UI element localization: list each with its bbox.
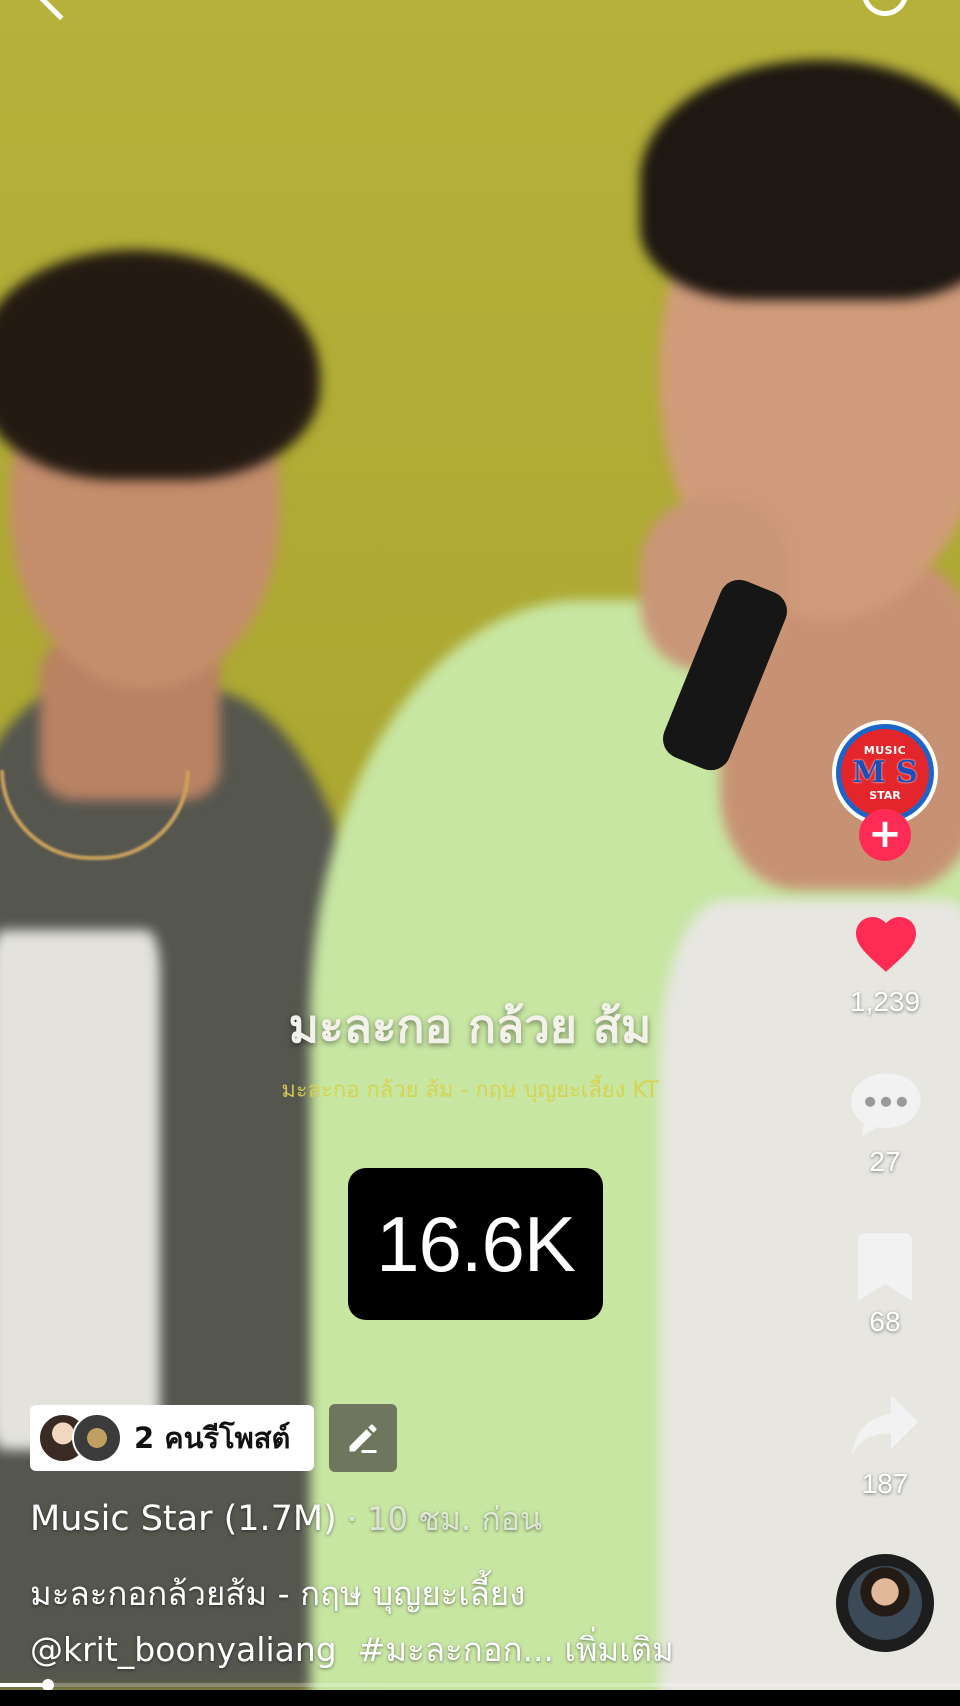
post-time: · 10 ชม. ก่อน [336, 1500, 542, 1538]
caption-tags-line: @krit_boonyaliang #มะละกอก... เพิ่มเติม [30, 1622, 790, 1678]
see-more-link[interactable]: เพิ่มเติม [565, 1630, 674, 1669]
pencil-icon [349, 1424, 377, 1453]
author-name[interactable]: Music Star (1.7M) [30, 1499, 337, 1539]
follow-button[interactable]: + [859, 809, 911, 861]
view-count-badge: 16.6K [348, 1168, 603, 1320]
heart-icon[interactable] [850, 908, 922, 980]
lyric-title: มะละกอ กล้วย ส้ม [288, 999, 652, 1053]
post-author-line[interactable]: Music Star (1.7M) · 10 ชม. ก่อน [30, 1494, 542, 1545]
post-caption[interactable]: มะละกอกล้วยส้ม - กฤษ บุญยะเลี้ยง @krit_b… [30, 1566, 790, 1678]
music-disc[interactable] [836, 1554, 934, 1652]
logo-mid-text: M S [852, 755, 918, 790]
reposter-avatar [72, 1413, 122, 1463]
mention-link[interactable]: @krit_boonyaliang [30, 1630, 337, 1669]
hashtag-link[interactable]: #มะละกอก... [358, 1630, 554, 1669]
comment-icon[interactable] [848, 1070, 924, 1140]
repost-chip[interactable]: 2 คนรีโพสต์ [30, 1405, 314, 1471]
comment-count: 27 [869, 1146, 901, 1177]
share-icon[interactable] [848, 1392, 922, 1458]
lyric-subtitle: มะละกอ กล้วย ส้ม - กฤษ บุญยะเลี้ยง KT [281, 1078, 659, 1103]
right-performer-hair [640, 60, 960, 300]
share-count: 187 [861, 1468, 909, 1499]
edit-button[interactable] [329, 1404, 397, 1472]
caption-line: มะละกอกล้วยส้ม - กฤษ บุญยะเลี้ยง [30, 1574, 526, 1613]
like-count: 1,239 [849, 986, 921, 1017]
video-progress-bar[interactable] [0, 1679, 960, 1691]
logo-bottom-text: STAR [869, 789, 901, 802]
sound-avatar [848, 1566, 922, 1640]
repost-label: 2 คนรีโพสต์ [134, 1421, 291, 1455]
bottom-bar [0, 1690, 960, 1706]
bookmark-icon[interactable] [858, 1233, 912, 1301]
music-star-logo: MUSIC M S STAR [841, 729, 929, 817]
left-performer-hair [0, 250, 320, 480]
progress-fill [0, 1683, 48, 1687]
save-count: 68 [869, 1306, 901, 1337]
